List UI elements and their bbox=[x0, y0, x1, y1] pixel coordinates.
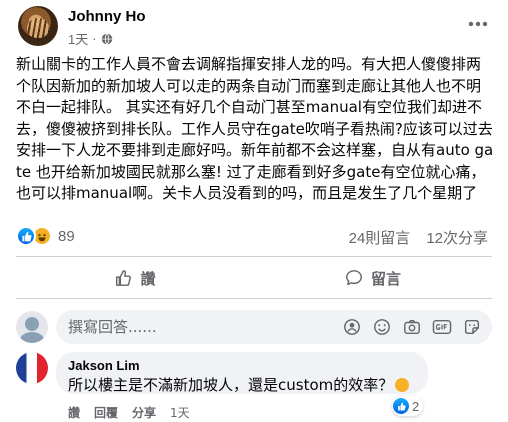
post-header: Johnny Ho 1天 · bbox=[18, 4, 498, 48]
like-icon bbox=[16, 226, 36, 246]
reaction-count[interactable]: 89 bbox=[58, 228, 75, 245]
comment-label: 留言 bbox=[370, 269, 401, 288]
engagement-counts: 24則留言 12次分享 bbox=[349, 227, 488, 248]
shares-count[interactable]: 12次分享 bbox=[426, 227, 488, 248]
sticker-icon[interactable] bbox=[462, 317, 482, 337]
composer-tools bbox=[342, 317, 482, 337]
divider bbox=[16, 298, 492, 299]
avatar-sticker-icon[interactable] bbox=[342, 317, 362, 337]
more-options-icon[interactable] bbox=[466, 12, 490, 36]
emoji-icon[interactable] bbox=[372, 317, 392, 337]
comment-input[interactable] bbox=[68, 318, 298, 336]
comment-actions: 讚 回覆 分享 1天 bbox=[68, 404, 190, 421]
comment-icon bbox=[346, 270, 362, 286]
comment-like-button[interactable]: 讚 bbox=[68, 404, 80, 421]
commenter-name[interactable]: Jakson Lim bbox=[68, 358, 416, 373]
comments-count[interactable]: 24則留言 bbox=[349, 227, 411, 248]
camera-icon[interactable] bbox=[402, 317, 422, 337]
comment-bubble: Jakson Lim 所以樓主是不滿新加坡人，還是custom的效率？ bbox=[56, 352, 428, 394]
current-user-avatar[interactable] bbox=[16, 311, 48, 343]
comment-composer bbox=[16, 310, 492, 344]
laughing-emoji-icon bbox=[395, 378, 410, 392]
post-text: 新山關卡的工作人員不會去调解指揮安排人龙的吗。有大把人傻傻排两个队因新加的新加坡… bbox=[16, 55, 494, 202]
gif-icon[interactable] bbox=[432, 317, 452, 337]
comment-reactions[interactable]: 2 bbox=[392, 396, 424, 416]
comment-reply-button[interactable]: 回覆 bbox=[94, 404, 118, 421]
commenter-avatar[interactable] bbox=[16, 352, 48, 384]
comment-reaction-count: 2 bbox=[412, 398, 420, 414]
post-meta: 1天 · bbox=[68, 29, 113, 48]
post-time[interactable]: 1天 bbox=[68, 29, 88, 48]
author-avatar[interactable] bbox=[18, 6, 58, 46]
divider bbox=[16, 256, 492, 257]
comment-button[interactable]: 留言 bbox=[254, 262, 492, 294]
like-icon bbox=[393, 398, 409, 414]
author-name[interactable]: Johnny Ho bbox=[68, 8, 146, 25]
like-label: 讚 bbox=[140, 269, 156, 288]
globe-icon bbox=[101, 32, 112, 45]
like-button[interactable]: 讚 bbox=[16, 262, 254, 294]
comment-text: 所以樓主是不滿新加坡人，還是custom的效率？ bbox=[68, 374, 416, 395]
reaction-summary[interactable]: 89 bbox=[16, 225, 75, 247]
post-actions: 讚 留言 bbox=[16, 262, 492, 294]
comment-share-button[interactable]: 分享 bbox=[132, 404, 156, 421]
comment-input-wrapper bbox=[56, 310, 492, 344]
thumbs-up-icon bbox=[116, 270, 132, 286]
comment-time[interactable]: 1天 bbox=[170, 404, 190, 421]
